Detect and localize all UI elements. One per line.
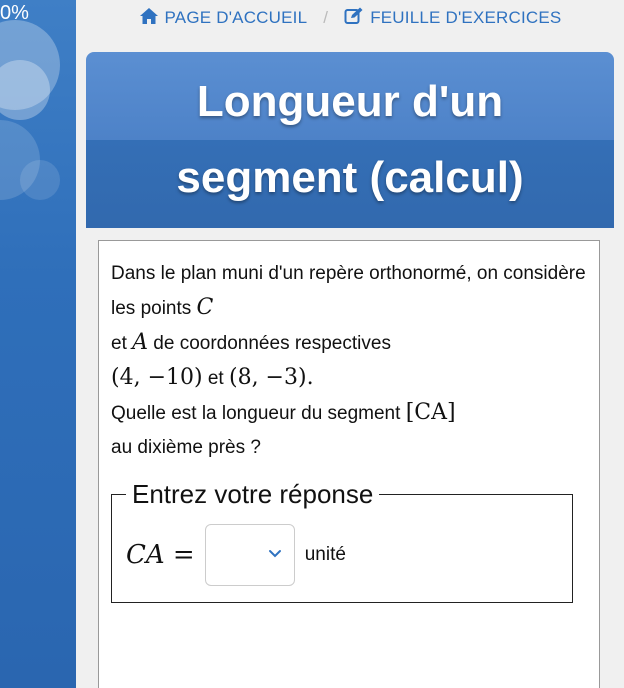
math-point-a: A [132, 330, 149, 355]
page-title: Longueur d'un segment (calcul) [176, 64, 523, 216]
page-title-line1: Longueur d'un [196, 77, 504, 126]
question-text-part: Quelle est la longueur du segment [111, 403, 406, 424]
page-title-banner: Longueur d'un segment (calcul) [86, 52, 614, 228]
breadcrumb-exercises-label: FEUILLE D'EXERCICES [370, 8, 562, 27]
question-text-part: de coordonnées respectives [148, 333, 391, 354]
breadcrumb-home-label: PAGE D'ACCUEIL [164, 8, 308, 27]
math-coord-c: (4, −10) [111, 365, 203, 390]
question-text-part: et [111, 333, 133, 354]
math-coord-a: (8, −3). [228, 365, 314, 390]
question-text-part: et [202, 368, 229, 389]
answer-select[interactable] [204, 524, 295, 586]
answer-unit: unité [304, 544, 346, 565]
breadcrumb-home-link[interactable]: PAGE D'ACCUEIL [139, 7, 308, 30]
page-title-line2: segment (calcul) [176, 153, 524, 202]
breadcrumb-exercises-link[interactable]: FEUILLE D'EXERCICES [344, 7, 561, 30]
answer-fieldset: Entrez votre réponse CA = unité [111, 479, 573, 603]
answer-label-eq: = [164, 540, 195, 570]
exercise-panel: Dans le plan muni d'un repère orthonormé… [98, 240, 600, 688]
progress-percent: 0% [0, 2, 29, 24]
question-text-part: Dans le plan muni d'un repère orthonormé… [111, 263, 586, 319]
bokeh-decoration [20, 160, 60, 200]
question-text: Dans le plan muni d'un repère orthonormé… [111, 257, 587, 465]
question-text-part: au dixième près ? [111, 437, 261, 458]
answer-legend: Entrez votre réponse [132, 479, 374, 509]
breadcrumb-separator: / [323, 8, 329, 27]
chevron-down-icon [268, 546, 282, 564]
breadcrumb: PAGE D'ACCUEIL / FEUILLE D'EXERCICES [76, 0, 624, 36]
math-segment: [CA] [405, 400, 456, 425]
edit-icon [344, 7, 364, 30]
math-point-c: C [196, 295, 214, 320]
left-sidebar: 0% [0, 0, 76, 688]
answer-label-var: CA [126, 540, 165, 570]
answer-row: CA = unité [126, 524, 556, 586]
home-icon [139, 7, 159, 30]
answer-label: CA = [126, 540, 195, 570]
